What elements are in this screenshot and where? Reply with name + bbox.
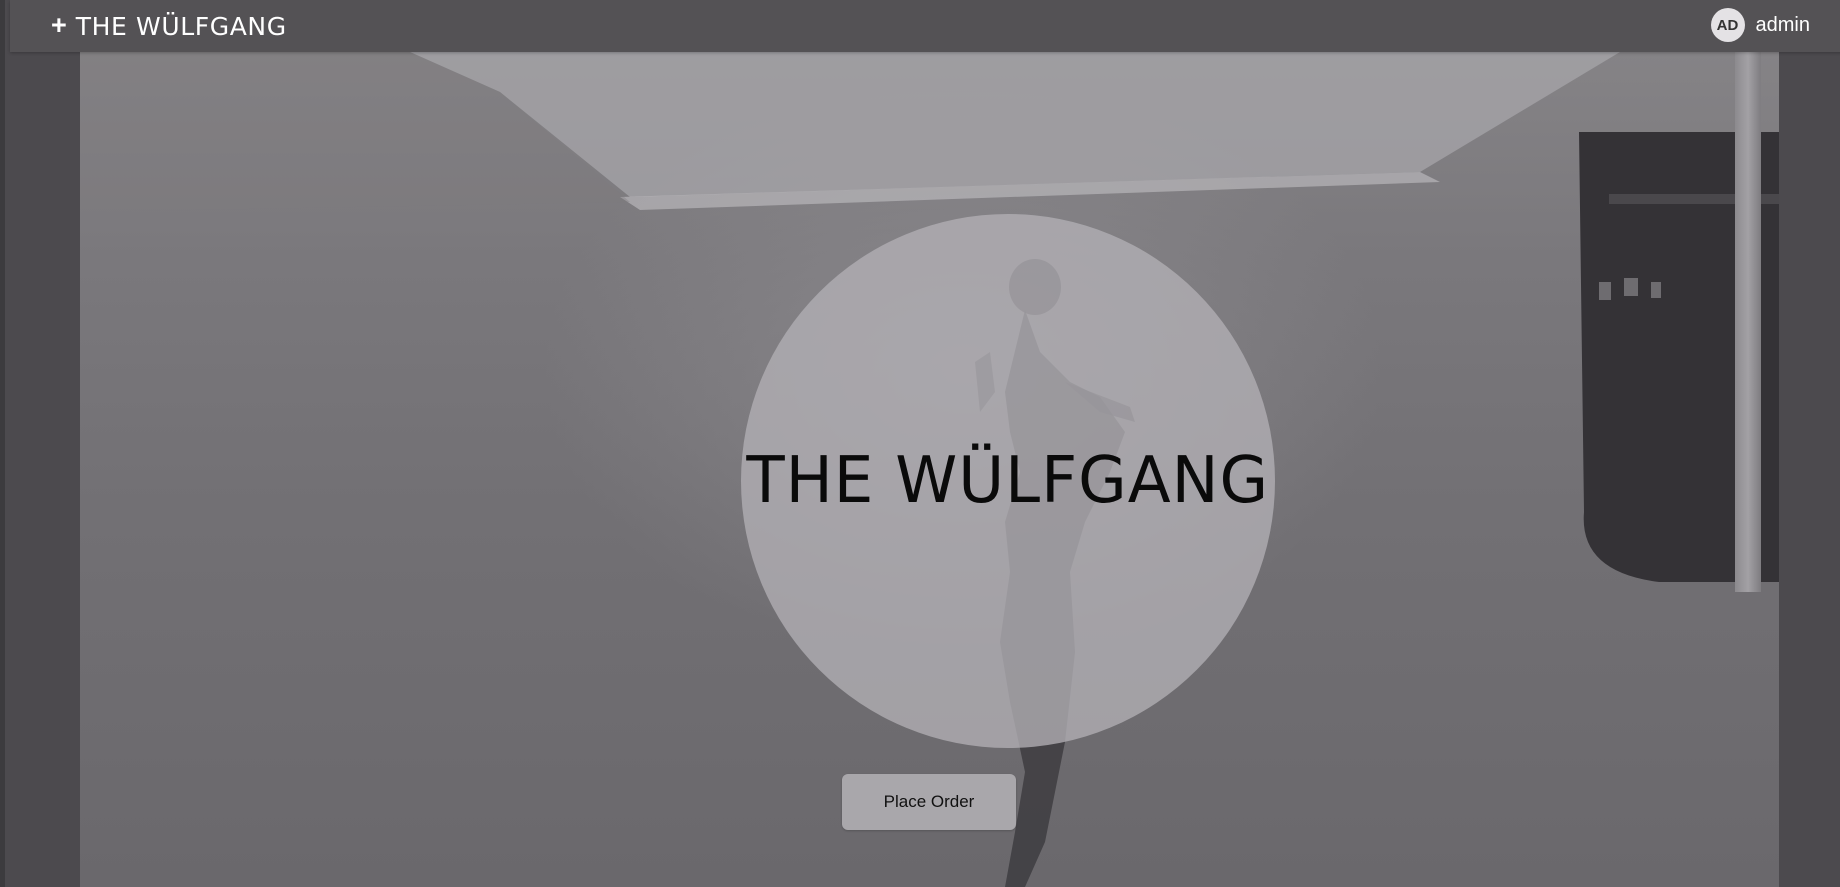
- place-order-button[interactable]: Place Order: [842, 774, 1016, 830]
- brand-home-link[interactable]: + THE WÜLFGANG: [51, 11, 287, 41]
- hero-video-background: THE WÜLFGANG: [80, 52, 1779, 887]
- hero-title: THE WÜLFGANG: [746, 444, 1270, 518]
- username-label: admin: [1755, 13, 1810, 36]
- brand-wordmark: THE WÜLFGANG: [75, 11, 287, 41]
- app-frame: + THE WÜLFGANG AD admin THE WÜLFGANG Pla…: [0, 0, 1840, 887]
- hero-logo-circle: THE WÜLFGANG: [741, 214, 1275, 748]
- user-menu[interactable]: AD admin: [1710, 8, 1810, 42]
- avatar: AD: [1710, 8, 1745, 42]
- plus-icon: +: [51, 9, 67, 40]
- top-navigation-bar: + THE WÜLFGANG AD admin: [10, 0, 1840, 52]
